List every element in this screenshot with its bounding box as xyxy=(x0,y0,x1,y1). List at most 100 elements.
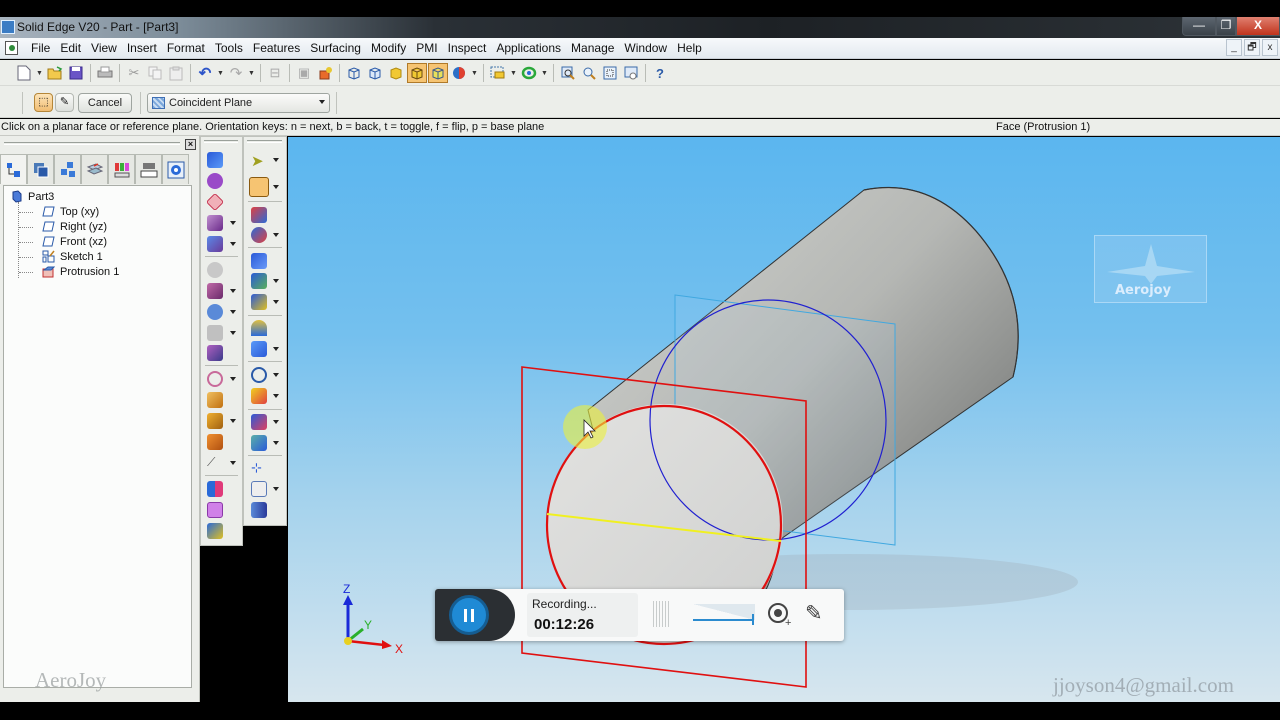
pause-button[interactable] xyxy=(449,595,489,635)
sweep-icon[interactable] xyxy=(207,215,223,231)
loft-icon[interactable] xyxy=(205,192,225,212)
split-icon[interactable]: ⟋ xyxy=(207,455,223,471)
reference-plane-icon[interactable] xyxy=(251,481,267,497)
pencil-icon[interactable]: ✎ xyxy=(805,601,823,626)
chevron-down-icon[interactable] xyxy=(273,300,279,304)
menu-tools[interactable]: Tools xyxy=(210,41,248,56)
menu-surfacing[interactable]: Surfacing xyxy=(305,41,366,56)
fit-icon[interactable] xyxy=(600,63,620,83)
zoom-area-icon[interactable] xyxy=(558,63,578,83)
pan-icon[interactable] xyxy=(621,63,641,83)
tree-item-right-plane[interactable]: Right (yz) xyxy=(42,219,107,234)
wireframe-view-icon[interactable] xyxy=(344,63,364,83)
select-arrow-icon[interactable]: ➤ xyxy=(251,152,267,170)
rib-icon[interactable] xyxy=(207,283,223,299)
chevron-down-icon[interactable] xyxy=(230,377,236,381)
vent-icon[interactable] xyxy=(207,345,223,361)
cutout-icon[interactable] xyxy=(251,253,267,269)
paste-special-icon[interactable]: ▣ xyxy=(294,63,314,83)
hidden-edges-icon[interactable] xyxy=(365,63,385,83)
tree-item-protrusion[interactable]: Protrusion 1 xyxy=(42,264,119,279)
draft-icon[interactable] xyxy=(207,413,223,429)
menu-edit[interactable]: Edit xyxy=(55,41,86,56)
document-icon[interactable] xyxy=(5,41,18,55)
revolved-protrusion-icon[interactable] xyxy=(251,227,267,243)
chevron-down-icon[interactable] xyxy=(273,394,279,398)
menu-file[interactable]: File xyxy=(26,41,55,56)
chevron-down-icon[interactable] xyxy=(273,441,279,445)
copy-icon[interactable] xyxy=(145,63,165,83)
chevron-down-icon[interactable] xyxy=(230,289,236,293)
cut-icon[interactable]: ✂ xyxy=(124,63,144,83)
chevron-down-icon[interactable] xyxy=(230,242,236,246)
tree-root-part[interactable]: Part3 xyxy=(10,189,54,204)
paste-icon[interactable] xyxy=(166,63,186,83)
toolbar-grip[interactable] xyxy=(247,140,282,143)
menu-window[interactable]: Window xyxy=(619,41,672,56)
menu-help[interactable]: Help xyxy=(672,41,707,56)
select-tools-icon[interactable] xyxy=(488,63,508,83)
thicken-icon[interactable] xyxy=(251,414,267,430)
protrusion-icon[interactable] xyxy=(251,207,267,223)
minimize-button[interactable]: — xyxy=(1182,17,1216,36)
chevron-down-icon[interactable] xyxy=(273,347,279,351)
chevron-down-icon[interactable] xyxy=(273,158,279,162)
doc-minimize-button[interactable]: _ xyxy=(1226,39,1242,56)
shaded-icon[interactable] xyxy=(386,63,406,83)
tab-engineering-reference[interactable] xyxy=(135,154,162,184)
toolbar-grip[interactable] xyxy=(204,140,238,143)
cancel-button[interactable]: Cancel xyxy=(78,93,132,113)
chevron-down-icon[interactable] xyxy=(273,185,279,189)
zoom-icon[interactable] xyxy=(579,63,599,83)
menu-view[interactable]: View xyxy=(86,41,122,56)
new-dropdown-icon[interactable]: ▼ xyxy=(35,70,44,77)
object-icon[interactable] xyxy=(315,63,335,83)
thread-icon[interactable] xyxy=(207,236,223,252)
volume-slider-handle[interactable] xyxy=(752,614,754,625)
helix-icon[interactable] xyxy=(207,173,223,189)
lip-icon[interactable] xyxy=(207,304,223,320)
close-button[interactable]: X xyxy=(1236,17,1280,36)
tree-item-front-plane[interactable]: Front (xz) xyxy=(42,234,107,249)
view-style-dropdown-icon[interactable]: ▼ xyxy=(470,70,479,77)
volume-slider[interactable] xyxy=(693,619,752,621)
revolved-cutout-icon[interactable] xyxy=(251,273,267,289)
chevron-down-icon[interactable] xyxy=(273,487,279,491)
undo-icon[interactable]: ↶ xyxy=(195,63,215,83)
plane-step-icon[interactable]: ⬚ xyxy=(34,93,53,112)
menu-manage[interactable]: Manage xyxy=(566,41,619,56)
tab-library[interactable] xyxy=(162,154,189,184)
menu-features[interactable]: Features xyxy=(248,41,305,56)
coordinate-system-icon[interactable]: ⊹ xyxy=(251,460,267,476)
select-tools-dropdown-icon[interactable]: ▼ xyxy=(509,70,518,77)
sketch-icon[interactable] xyxy=(249,177,269,197)
tab-feature-library[interactable] xyxy=(108,154,135,184)
chevron-down-icon[interactable] xyxy=(273,233,279,237)
chevron-down-icon[interactable] xyxy=(273,279,279,283)
chevron-down-icon[interactable] xyxy=(273,420,279,424)
view-style-icon[interactable] xyxy=(449,63,469,83)
chevron-down-icon[interactable] xyxy=(230,419,236,423)
reference-axis-icon[interactable] xyxy=(251,367,267,383)
restore-button[interactable]: ❐ xyxy=(1216,17,1236,36)
menu-pmi[interactable]: PMI xyxy=(411,41,442,56)
open-icon[interactable] xyxy=(45,63,65,83)
redo-icon[interactable]: ↷ xyxy=(226,63,246,83)
tree-item-sketch[interactable]: Sketch 1 xyxy=(42,249,103,264)
tab-layers[interactable] xyxy=(27,154,54,184)
part-copy-icon[interactable] xyxy=(207,523,223,539)
hole-feature-icon[interactable] xyxy=(251,294,267,310)
menu-applications[interactable]: Applications xyxy=(491,41,566,56)
menu-insert[interactable]: Insert xyxy=(122,41,162,56)
panel-grip[interactable] xyxy=(4,142,180,145)
surface-icon[interactable] xyxy=(207,152,223,168)
chamfer-icon[interactable] xyxy=(207,392,223,408)
doc-restore-button[interactable]: 🗗 xyxy=(1244,39,1260,56)
web-network-icon[interactable] xyxy=(207,325,223,341)
print-icon[interactable] xyxy=(95,63,115,83)
doc-close-button[interactable]: x xyxy=(1262,39,1278,56)
pattern-icon[interactable] xyxy=(207,502,223,518)
undo-dropdown-icon[interactable]: ▼ xyxy=(216,70,225,77)
drag-handle[interactable] xyxy=(653,601,671,627)
parallel-plane-icon[interactable] xyxy=(251,502,267,518)
